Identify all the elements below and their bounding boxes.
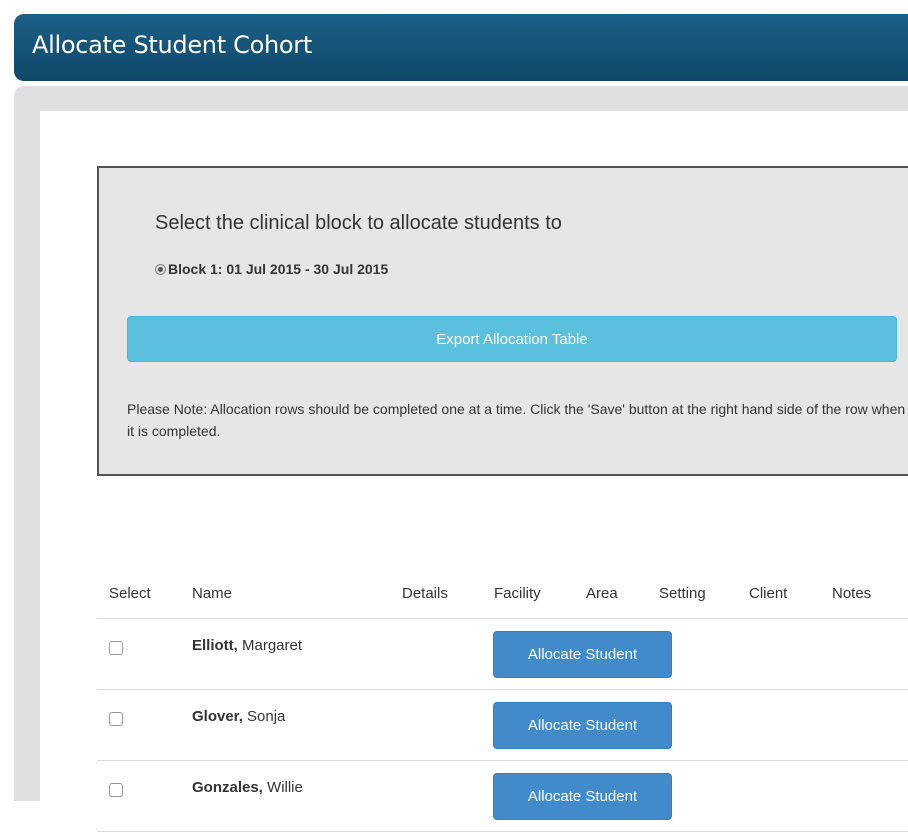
block-option[interactable]: Block 1: 01 Jul 2015 - 30 Jul 2015 [155, 261, 388, 277]
allocation-note: Please Note: Allocation rows should be c… [127, 401, 906, 439]
table-header: Select Name Details Facility Area Settin… [97, 570, 908, 619]
block-radio[interactable] [155, 263, 166, 275]
row-select-checkbox[interactable] [109, 641, 123, 655]
table-row: Glover, Sonja Allocate Student [97, 690, 908, 761]
col-setting: Setting [659, 585, 706, 602]
col-notes: Notes [832, 585, 872, 602]
allocate-student-button[interactable]: Allocate Student [493, 702, 672, 749]
table-row: Elliott, Margaret Allocate Student [97, 619, 908, 690]
row-select-checkbox[interactable] [109, 712, 123, 726]
table-row: Gonzales, Willie Allocate Student [97, 761, 908, 832]
block-option-label: Block 1: 01 Jul 2015 - 30 Jul 2015 [168, 261, 389, 277]
page-title: Allocate Student Cohort [32, 31, 312, 59]
student-name: Gonzales, Willie [192, 779, 303, 796]
allocate-student-button[interactable]: Allocate Student [493, 773, 672, 820]
col-facility: Facility [494, 585, 541, 602]
row-select-checkbox[interactable] [109, 783, 123, 797]
block-selection-panel: Select the clinical block to allocate st… [97, 166, 908, 476]
col-select: Select [109, 585, 151, 602]
col-area: Area [586, 585, 618, 602]
student-name: Glover, Sonja [192, 708, 286, 725]
export-allocation-table-button[interactable]: Export Allocation Table [127, 316, 897, 362]
block-selection-heading: Select the clinical block to allocate st… [155, 212, 562, 234]
page-header: Allocate Student Cohort [14, 14, 908, 81]
col-details: Details [402, 585, 448, 602]
col-name: Name [192, 585, 233, 602]
allocate-student-button[interactable]: Allocate Student [493, 631, 672, 678]
student-name: Elliott, Margaret [192, 637, 303, 654]
col-client: Client [749, 585, 788, 602]
